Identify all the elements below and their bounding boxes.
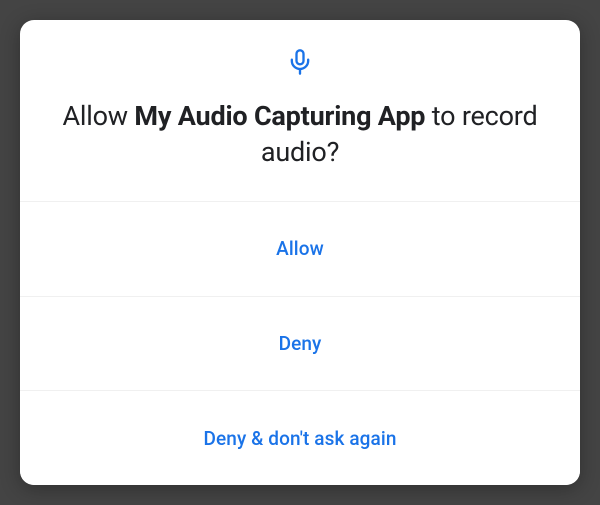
allow-button[interactable]: Allow (20, 202, 580, 296)
app-name: My Audio Capturing App (134, 100, 425, 132)
dialog-header: Allow My Audio Capturing App to record a… (20, 20, 580, 202)
deny-button[interactable]: Deny (20, 296, 580, 391)
dialog-icon-wrap (60, 48, 540, 76)
permission-dialog: Allow My Audio Capturing App to record a… (20, 20, 580, 485)
title-prefix: Allow (62, 100, 134, 132)
dialog-buttons: Allow Deny Deny & don't ask again (20, 202, 580, 485)
microphone-icon (286, 48, 314, 76)
deny-forever-button[interactable]: Deny & don't ask again (20, 390, 580, 485)
dialog-title: Allow My Audio Capturing App to record a… (60, 98, 540, 171)
